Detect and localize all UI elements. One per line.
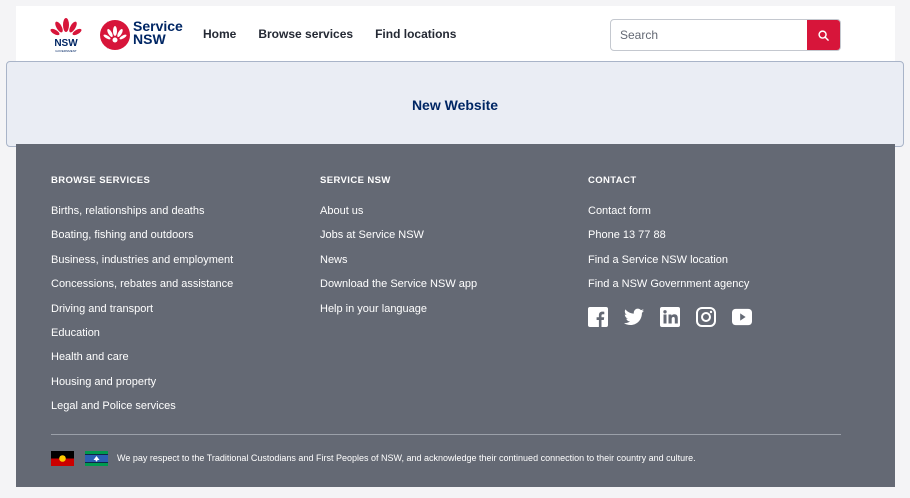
footer-heading-service-nsw: SERVICE NSW — [320, 175, 391, 186]
aboriginal-flag-icon — [51, 451, 74, 466]
search-icon — [818, 29, 829, 41]
site-footer: BROWSE SERVICES Births, relationships an… — [16, 144, 895, 487]
footer-heading-contact: CONTACT — [588, 175, 637, 186]
youtube-icon[interactable] — [732, 307, 752, 327]
site-header: NSW GOVERNMENT Service NSW Home Browse s… — [16, 6, 895, 62]
footer-divider — [51, 434, 841, 435]
footer-link-births[interactable]: Births, relationships and deaths — [51, 205, 204, 217]
nsw-logo-subtext: GOVERNMENT — [55, 49, 77, 53]
footer-link-news[interactable]: News — [320, 254, 348, 266]
banner-title: New Website — [411, 97, 499, 113]
footer-link-find-agency[interactable]: Find a NSW Government agency — [588, 278, 749, 290]
footer-link-phone[interactable]: Phone 13 77 88 — [588, 229, 666, 241]
nsw-logo-text: NSW — [54, 38, 78, 49]
acknowledgement-of-country: We pay respect to the Traditional Custod… — [117, 453, 696, 463]
footer-link-contact-form[interactable]: Contact form — [588, 205, 651, 217]
footer-link-jobs[interactable]: Jobs at Service NSW — [320, 229, 424, 241]
footer-browse-services-column: BROWSE SERVICES Births, relationships an… — [51, 175, 233, 424]
torres-strait-islander-flag-icon — [85, 451, 108, 466]
footer-link-health[interactable]: Health and care — [51, 351, 129, 363]
footer-service-nsw-column: SERVICE NSW About us Jobs at Service NSW… — [320, 175, 477, 326]
nav-find-locations-link[interactable]: Find locations — [375, 27, 456, 41]
twitter-icon[interactable] — [624, 307, 644, 327]
search-button[interactable] — [807, 20, 840, 50]
footer-link-boating[interactable]: Boating, fishing and outdoors — [51, 229, 194, 241]
footer-link-help-language[interactable]: Help in your language — [320, 303, 427, 315]
service-logo-line2: NSW — [133, 31, 166, 47]
footer-link-find-location[interactable]: Find a Service NSW location — [588, 254, 728, 266]
service-nsw-logo-text[interactable]: Service NSW — [133, 19, 183, 47]
footer-contact-column: CONTACT Contact form Phone 13 77 88 Find… — [588, 175, 749, 302]
service-nsw-logo-mark[interactable] — [100, 20, 130, 50]
social-links — [588, 307, 752, 327]
footer-link-driving[interactable]: Driving and transport — [51, 303, 153, 315]
footer-heading-browse-services: BROWSE SERVICES — [51, 175, 151, 186]
footer-link-business[interactable]: Business, industries and employment — [51, 254, 233, 266]
footer-link-legal[interactable]: Legal and Police services — [51, 400, 176, 412]
new-website-banner: New Website — [6, 61, 904, 147]
instagram-icon[interactable] — [696, 307, 716, 327]
linkedin-icon[interactable] — [660, 307, 680, 327]
search-input[interactable] — [611, 20, 809, 50]
main-nav: Home Browse services Find locations — [203, 27, 456, 41]
footer-link-housing[interactable]: Housing and property — [51, 376, 156, 388]
footer-link-download-app[interactable]: Download the Service NSW app — [320, 278, 477, 290]
footer-link-about-us[interactable]: About us — [320, 205, 363, 217]
search-box — [610, 19, 841, 51]
footer-link-concessions[interactable]: Concessions, rebates and assistance — [51, 278, 233, 290]
facebook-icon[interactable] — [588, 307, 608, 327]
nsw-government-logo[interactable]: NSW GOVERNMENT — [50, 17, 82, 53]
footer-link-education[interactable]: Education — [51, 327, 100, 339]
nav-home-link[interactable]: Home — [203, 27, 236, 41]
nav-browse-services-link[interactable]: Browse services — [258, 27, 353, 41]
